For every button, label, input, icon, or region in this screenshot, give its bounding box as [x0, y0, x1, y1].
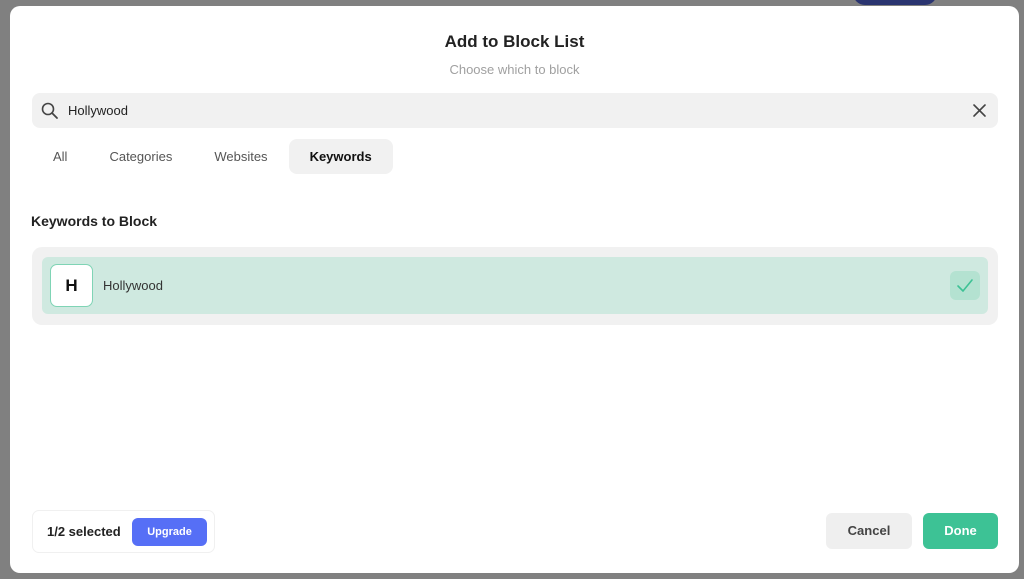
keyword-avatar: H [50, 264, 93, 307]
background-button [853, 0, 937, 5]
tab-keywords[interactable]: Keywords [288, 139, 393, 174]
tab-all[interactable]: All [32, 139, 88, 174]
tab-categories[interactable]: Categories [88, 139, 193, 174]
done-button[interactable]: Done [923, 513, 998, 549]
check-icon [957, 279, 973, 292]
modal-title: Add to Block List [444, 32, 585, 51]
close-icon[interactable] [971, 102, 988, 119]
upgrade-button[interactable]: Upgrade [132, 518, 207, 546]
keyword-label: Hollywood [103, 278, 163, 293]
keyword-list: H Hollywood [32, 247, 998, 325]
search-icon [41, 102, 58, 119]
selected-checkbox[interactable] [950, 271, 980, 300]
tab-websites[interactable]: Websites [193, 139, 288, 174]
section-title: Keywords to Block [31, 213, 158, 229]
list-item[interactable]: H Hollywood [42, 257, 988, 314]
search-input[interactable] [68, 93, 948, 128]
modal-subtitle: Choose which to block [449, 62, 580, 77]
search-bar [32, 93, 998, 128]
cancel-button[interactable]: Cancel [826, 513, 912, 549]
selected-count: 1/2 selected [47, 524, 121, 539]
filter-tabs: All Categories Websites Keywords [32, 139, 393, 174]
selection-summary: 1/2 selected Upgrade [32, 510, 215, 553]
add-to-block-list-modal: Add to Block List Choose which to block … [10, 6, 1019, 573]
